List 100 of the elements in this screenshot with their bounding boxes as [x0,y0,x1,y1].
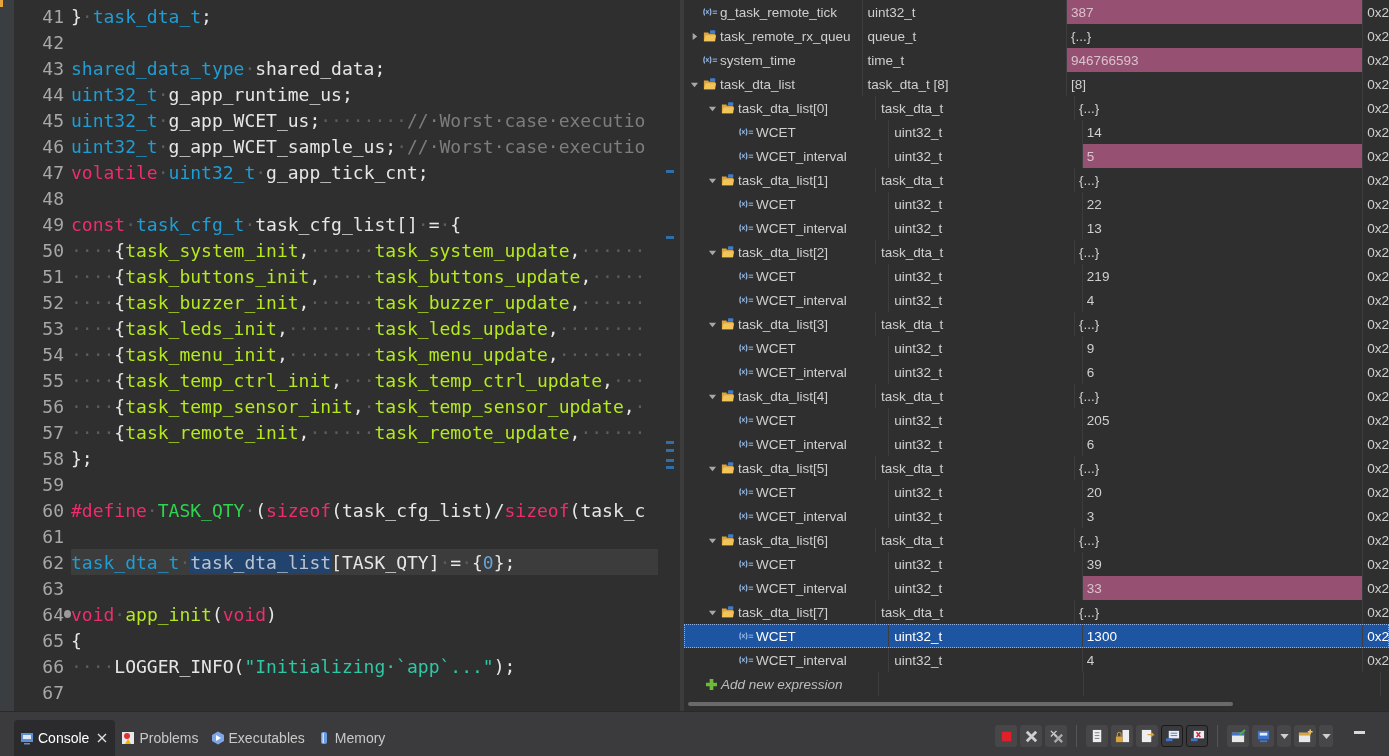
toolbar-button[interactable] [1161,725,1183,747]
type-cell: time_t [867,52,905,68]
code-line: ····LOGGER_INFO("Initializing·`app`..."); [71,655,516,677]
tree-row[interactable]: WCET_interval uint32_t 6 0x2 [684,432,1389,456]
warning-list-icon [121,731,136,745]
expression-name: WCET [756,628,796,644]
folder-icon [702,77,718,91]
code-line: ····{task_temp_sensor_init,·task_temp_sensor_update,· [71,395,646,417]
tree-row[interactable]: WCET_interval uint32_t 33 0x2 [684,576,1389,600]
tree-row[interactable]: task_dta_list[2] task_dta_t {...} 0x2 [684,240,1389,264]
add-expression-link[interactable]: Add new expression [721,676,843,692]
tree-row[interactable]: WCET uint32_t 1300 0x2 [684,624,1389,648]
tree-row[interactable]: system_time time_t 946766593 0x2 [684,48,1389,72]
address-cell: 0x2 [1367,4,1389,20]
toolbar-button[interactable] [1252,725,1274,747]
close-icon[interactable] [97,733,108,743]
value-cell: 33 [1082,576,1364,600]
tree-row[interactable]: WCET uint32_t 205 0x2 [684,408,1389,432]
view-tab[interactable]: Console [14,720,116,756]
address-cell: 0x2 [1367,628,1389,644]
value-cell: {...} [1074,528,1364,552]
toolbar-button[interactable] [1136,725,1158,747]
ruler-marker[interactable] [666,449,674,452]
ruler-marker[interactable] [666,441,674,444]
tree-row[interactable]: task_dta_list[0] task_dta_t {...} 0x2 [684,96,1389,120]
double-x-icon [1048,728,1064,744]
expression-name: task_dta_list[2] [738,244,829,260]
type-cell: uint32_t [894,652,943,668]
code-line: #define·TASK_QTY·(sizeof(task_cfg_list)/sizeof(task_c [71,499,646,521]
address-cell: 0x2 [1367,100,1389,116]
type-cell: uint32_t [894,364,943,380]
variable-icon [738,653,754,667]
tree-row[interactable]: WCET uint32_t 20 0x2 [684,480,1389,504]
value-cell: {...} [1074,96,1364,120]
plus-icon[interactable] [706,678,717,690]
address-cell: 0x2 [1367,340,1389,356]
ruler-marker[interactable] [666,170,674,173]
tree-row[interactable]: task_dta_list[3] task_dta_t {...} 0x2 [684,312,1389,336]
dropdown-button[interactable] [1319,725,1333,747]
tree-row[interactable]: task_dta_list[5] task_dta_t {...} 0x2 [684,456,1389,480]
toolbar-button[interactable] [1020,725,1042,747]
type-cell: uint32_t [894,268,943,284]
toolbar-button[interactable] [1227,725,1249,747]
tree-row[interactable]: WCET_interval uint32_t 5 0x2 [684,144,1389,168]
address-cell: 0x2 [1367,508,1389,524]
ruler-marker[interactable] [666,236,674,239]
line-number: 57 [41,421,64,443]
toolbar-button[interactable] [1186,725,1208,747]
tree-row[interactable]: WCET_interval uint32_t 6 0x2 [684,360,1389,384]
value-cell: 5 [1082,144,1364,168]
tree-row[interactable]: g_task_remote_tick uint32_t 387 0x2 [684,0,1389,24]
value-cell: {...} [1074,240,1364,264]
view-tab[interactable]: Memory [310,720,392,756]
line-number: 41 [41,5,64,27]
ruler-marker[interactable] [666,459,674,462]
tree-row[interactable]: task_dta_list[6] task_dta_t {...} 0x2 [684,528,1389,552]
variable-icon [738,125,754,139]
address-cell: 0x2 [1367,196,1389,212]
type-cell: uint32_t [894,196,943,212]
toolbar-button[interactable] [1111,725,1133,747]
type-cell: queue_t [867,28,917,44]
expression-name: task_dta_list[6] [738,532,829,548]
scrollbar-thumb[interactable] [688,702,1233,707]
tree-row[interactable]: task_dta_list[1] task_dta_t {...} 0x2 [684,168,1389,192]
tree-row[interactable]: WCET_interval uint32_t 4 0x2 [684,648,1389,672]
minimize-icon[interactable] [1354,730,1365,734]
address-cell: 0x2 [1367,388,1389,404]
line-number: 61 [41,525,64,547]
tree-row[interactable]: task_dta_list task_dta_t [8] [8] 0x2 [684,72,1389,96]
variable-icon [738,341,754,355]
variable-icon [738,365,754,379]
toolbar-button[interactable] [1294,725,1316,747]
expression-name: task_dta_list[0] [738,100,829,116]
address-cell: 0x2 [1367,124,1389,140]
tree-row[interactable]: WCET_interval uint32_t 4 0x2 [684,288,1389,312]
expression-name: WCET [756,124,796,140]
type-cell: task_dta_t [880,532,944,548]
collapse-arrow-icon[interactable] [690,31,699,41]
tree-row[interactable]: WCET_interval uint32_t 13 0x2 [684,216,1389,240]
view-tab[interactable]: Problems [115,720,205,756]
address-cell: 0x2 [1367,148,1389,164]
toolbar-button[interactable] [1086,725,1108,747]
type-cell: uint32_t [894,556,943,572]
variable-icon [738,557,754,571]
tree-row[interactable]: WCET uint32_t 22 0x2 [684,192,1389,216]
tree-row[interactable]: WCET_interval uint32_t 3 0x2 [684,504,1389,528]
code-editor[interactable] [0,0,680,712]
dropdown-button[interactable] [1277,725,1291,747]
address-cell: 0x2 [1367,532,1389,548]
expression-name: task_dta_list[1] [738,172,829,188]
ruler-marker[interactable] [666,466,674,469]
fold-icon[interactable] [64,610,71,618]
value-cell: {...} [1074,384,1364,408]
tree-row[interactable]: task_dta_list[4] task_dta_t {...} 0x2 [684,384,1389,408]
view-tab[interactable]: Executables [204,720,311,756]
tree-row[interactable]: WCET uint32_t 219 0x2 [684,264,1389,288]
folder-icon [720,461,736,475]
tree-row[interactable]: WCET uint32_t 9 0x2 [684,336,1389,360]
expression-name: WCET [756,196,796,212]
code-line: void·app_init(void) [71,603,277,625]
